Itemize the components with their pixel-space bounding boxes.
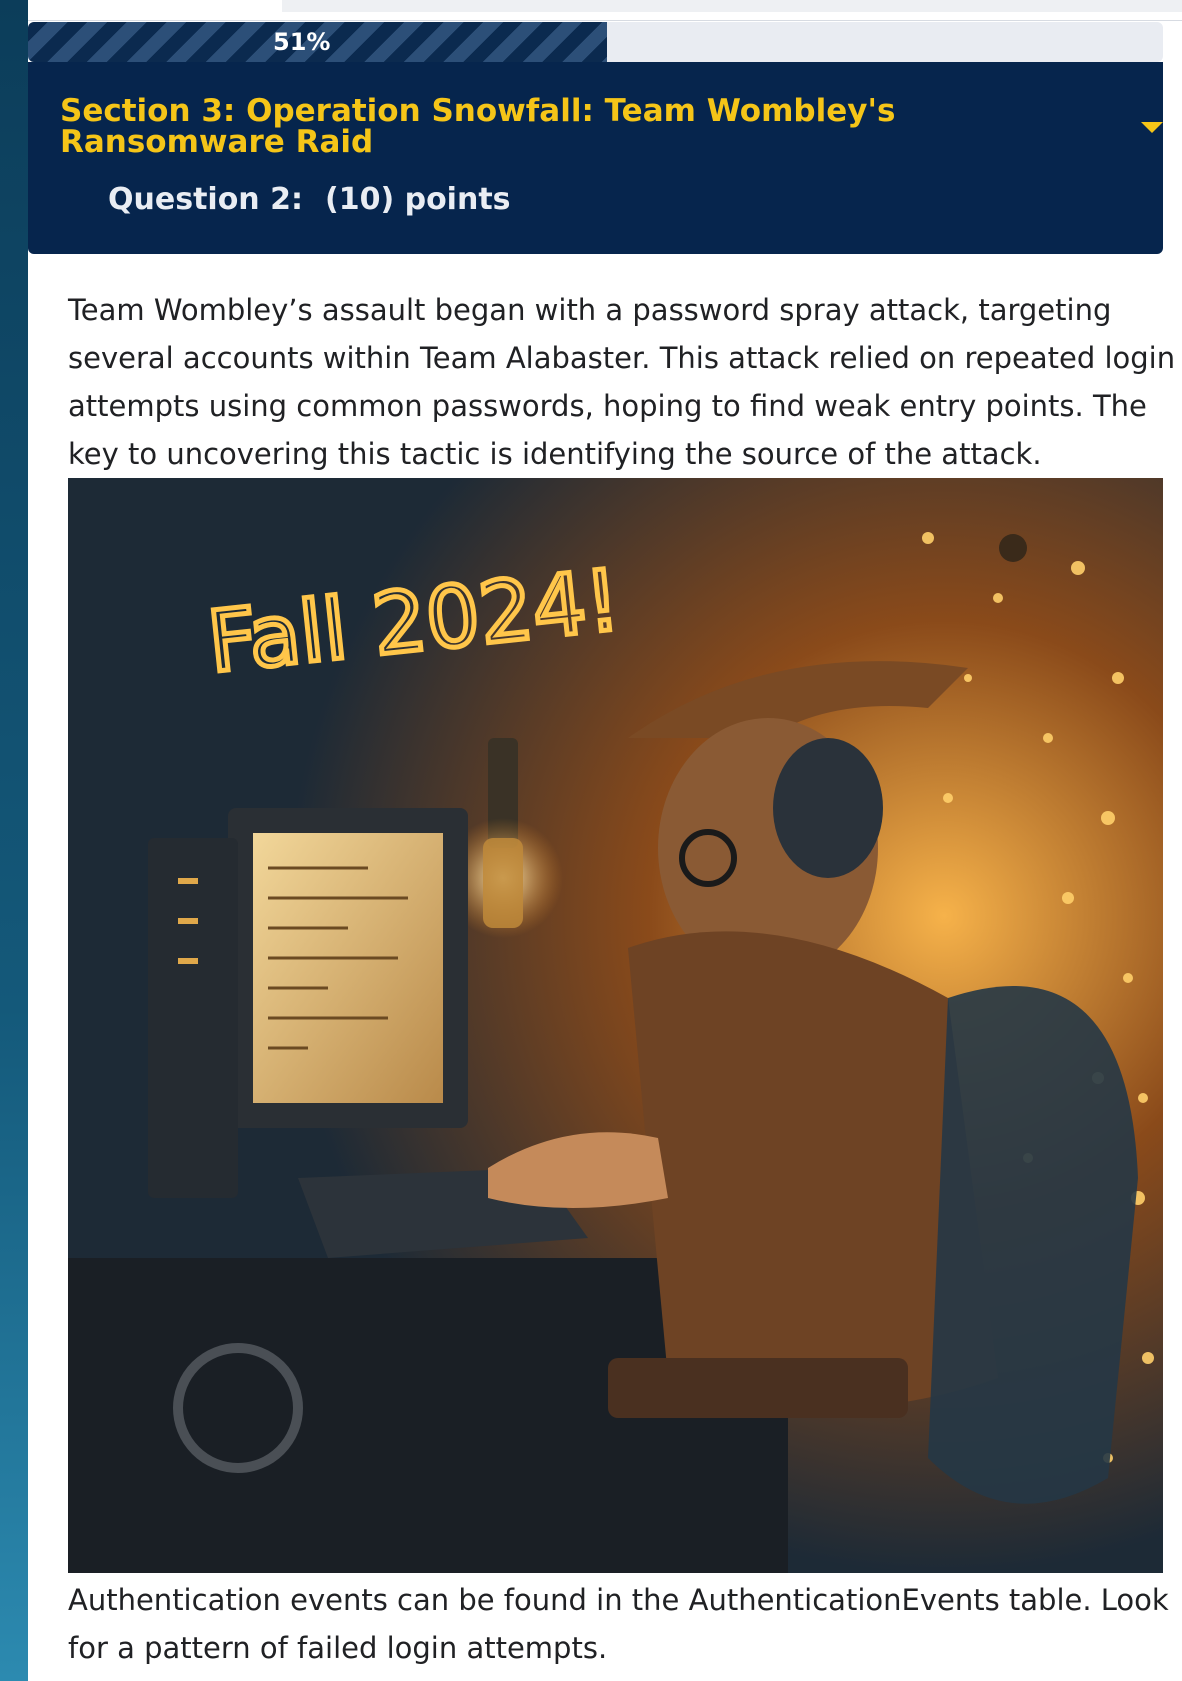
points-label: (10) points (324, 182, 511, 217)
top-strip (282, 0, 1182, 12)
caret-down-icon[interactable] (1141, 121, 1163, 133)
section-title: Section 3: Operation Snowfall: Team Womb… (60, 93, 896, 160)
question-intro-text: Team Wombley’s assault began with a pass… (68, 293, 1176, 471)
question-content: Team Wombley’s assault began with a pass… (28, 286, 1175, 1681)
elf-hacker-illustration: Fall 2024! (68, 478, 1163, 1573)
section-dropdown[interactable]: Section 3: Operation Snowfall: Team Womb… (60, 96, 1163, 158)
question-label: Question 2: (108, 182, 303, 217)
question-heading: Question 2: (10) points (108, 182, 511, 217)
progress-label: 51% (273, 28, 331, 56)
hint-text: Authentication events can be found in th… (68, 1583, 1169, 1665)
progress-bar: 51% (28, 22, 1163, 62)
left-rail (0, 0, 28, 1681)
top-divider (28, 20, 1182, 21)
question-header: Section 3: Operation Snowfall: Team Womb… (28, 62, 1163, 254)
